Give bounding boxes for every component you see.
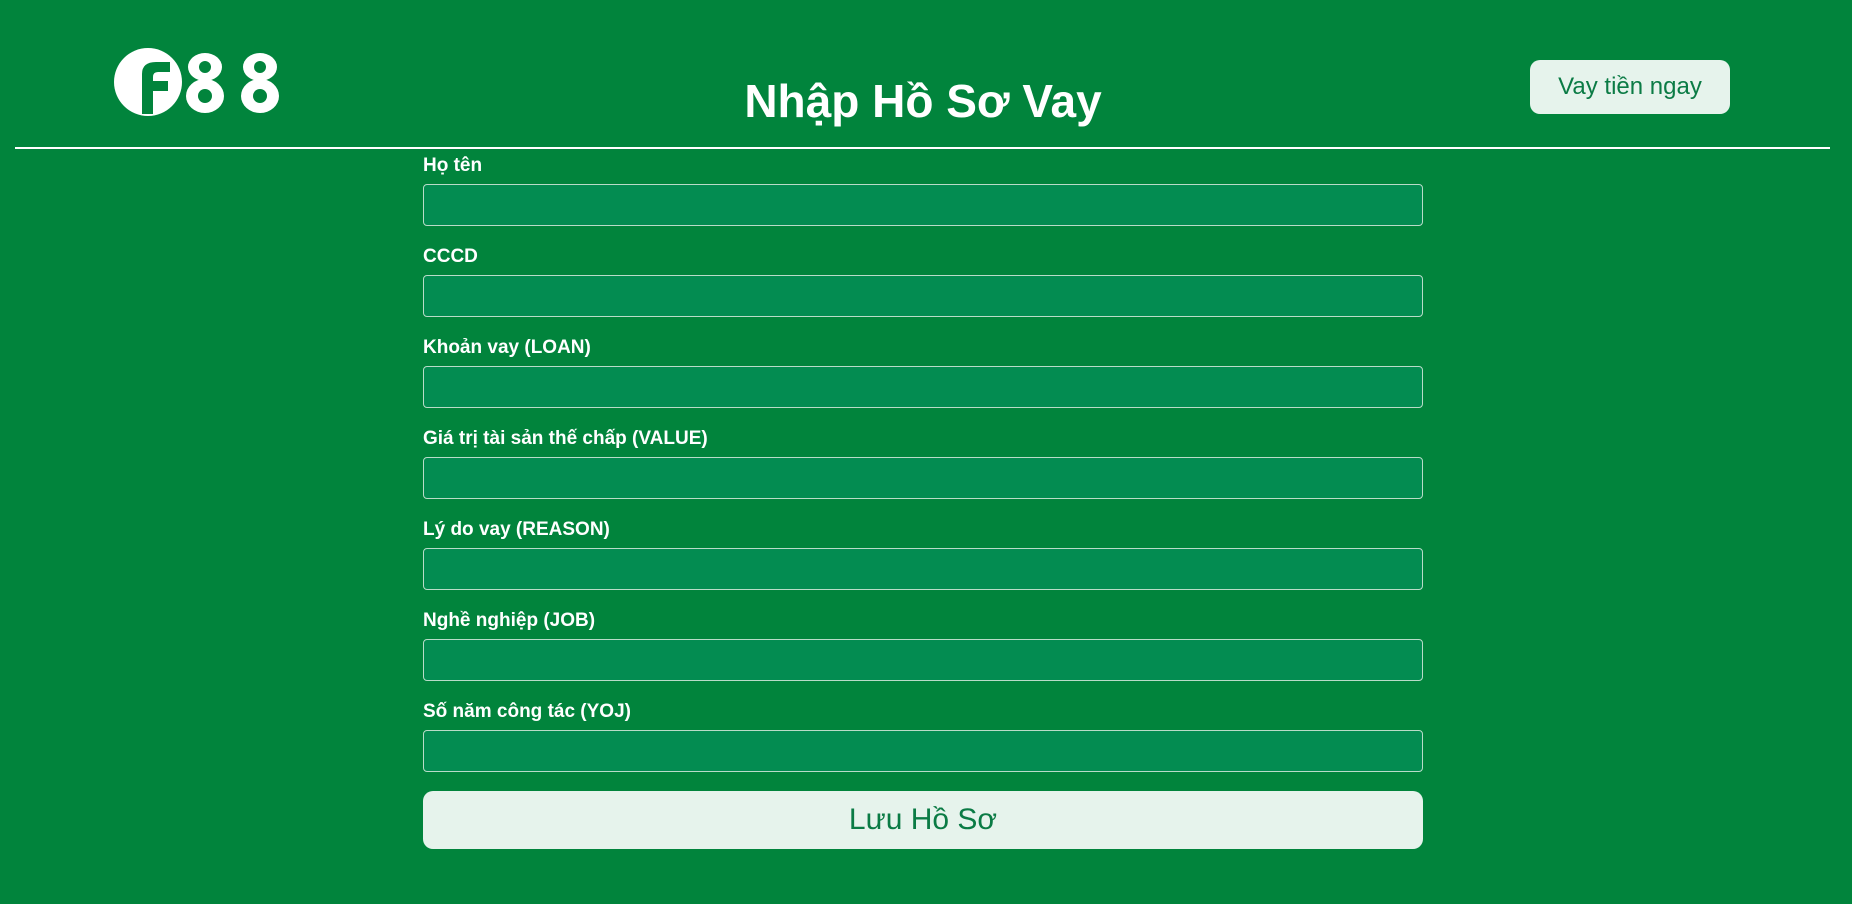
field-label-yoj: Số năm công tác (YOJ)	[423, 701, 631, 722]
field-loan: Khoản vay (LOAN)	[423, 334, 1423, 425]
field-value: Giá trị tài sản thế chấp (VALUE)	[423, 425, 1423, 516]
header: Nhập Hồ Sơ Vay Vay tiền ngay	[0, 0, 1852, 148]
field-label-cccd: CCCD	[423, 246, 478, 267]
loan-form: Họ tên CCCD Khoản vay (LOAN) Giá trị tài…	[423, 152, 1423, 789]
field-label-full-name: Họ tên	[423, 155, 483, 176]
field-label-job: Nghề nghiệp (JOB)	[423, 610, 596, 631]
header-divider	[15, 147, 1830, 149]
field-yoj: Số năm công tác (YOJ)	[423, 698, 1423, 789]
save-profile-button[interactable]: Lưu Hồ Sơ	[423, 791, 1423, 849]
field-reason: Lý do vay (REASON)	[423, 516, 1423, 607]
full-name-input[interactable]	[423, 184, 1423, 226]
job-input[interactable]	[423, 639, 1423, 681]
field-full-name: Họ tên	[423, 152, 1423, 243]
page: Nhập Hồ Sơ Vay Vay tiền ngay Họ tên CCCD…	[0, 0, 1852, 904]
field-label-value: Giá trị tài sản thế chấp (VALUE)	[423, 428, 708, 449]
field-job: Nghề nghiệp (JOB)	[423, 607, 1423, 698]
loan-input[interactable]	[423, 366, 1423, 408]
cccd-input[interactable]	[423, 275, 1423, 317]
collateral-value-input[interactable]	[423, 457, 1423, 499]
borrow-now-button[interactable]: Vay tiền ngay	[1530, 60, 1730, 114]
field-cccd: CCCD	[423, 243, 1423, 334]
field-label-reason: Lý do vay (REASON)	[423, 519, 610, 540]
reason-input[interactable]	[423, 548, 1423, 590]
field-label-loan: Khoản vay (LOAN)	[423, 337, 591, 358]
yoj-input[interactable]	[423, 730, 1423, 772]
